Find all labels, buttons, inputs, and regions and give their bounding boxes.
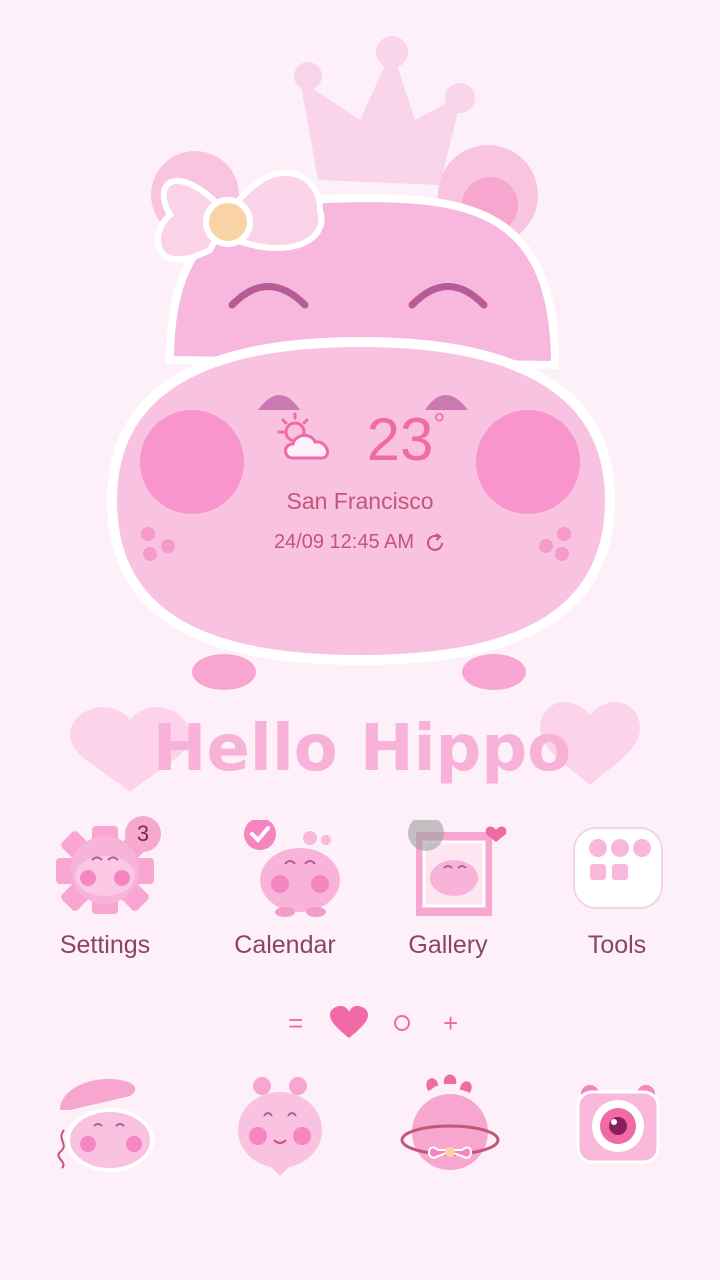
page-dot-menu[interactable]: = xyxy=(288,1008,303,1039)
app-calendar[interactable]: Calendar xyxy=(200,818,370,960)
theme-title-text: Hello Hippo xyxy=(153,712,571,786)
contacts-hippo-icon xyxy=(238,1077,322,1176)
app-settings[interactable]: 3 Settings xyxy=(20,816,190,960)
weather-widget[interactable]: 23 ° San Francisco 24/09 12:45 AM xyxy=(0,410,720,554)
degree-symbol: ° xyxy=(433,408,446,441)
phone-hippo-icon xyxy=(57,1079,154,1172)
partly-cloudy-icon xyxy=(277,412,329,460)
page-indicator: = + xyxy=(0,1000,720,1050)
page-dot-heart-icon[interactable] xyxy=(330,1006,368,1040)
calendar-hippo-icon xyxy=(244,818,340,917)
app-gallery[interactable]: Gallery xyxy=(363,815,533,960)
dock-contacts[interactable] xyxy=(230,1070,340,1180)
date-time: 24/09 12:45 AM xyxy=(273,531,415,553)
dock-browser[interactable] xyxy=(400,1070,510,1180)
dock-camera[interactable] xyxy=(570,1070,680,1180)
app-label: Settings xyxy=(59,931,151,959)
crown-icon xyxy=(294,36,475,185)
app-label: Calendar xyxy=(234,931,336,959)
city-name: San Francisco xyxy=(286,488,434,514)
browser-planet-icon xyxy=(400,1074,500,1170)
page-dot-circle-icon[interactable] xyxy=(393,1014,411,1032)
notification-badge: 3 xyxy=(125,816,161,852)
tools-folder-icon xyxy=(573,827,663,909)
dock-phone[interactable] xyxy=(50,1070,160,1180)
hippo-wallpaper xyxy=(106,36,616,690)
temperature: 23 xyxy=(366,406,434,473)
page-dot-add[interactable]: + xyxy=(443,1008,458,1039)
theme-title: Hello Hippo xyxy=(70,702,640,792)
refresh-icon[interactable] xyxy=(424,532,446,554)
app-label: Gallery xyxy=(408,931,488,959)
app-label: Tools xyxy=(587,931,647,959)
gallery-hippo-icon xyxy=(408,815,507,916)
camera-hippo-icon xyxy=(576,1085,660,1164)
app-tools[interactable]: Tools xyxy=(532,820,702,960)
